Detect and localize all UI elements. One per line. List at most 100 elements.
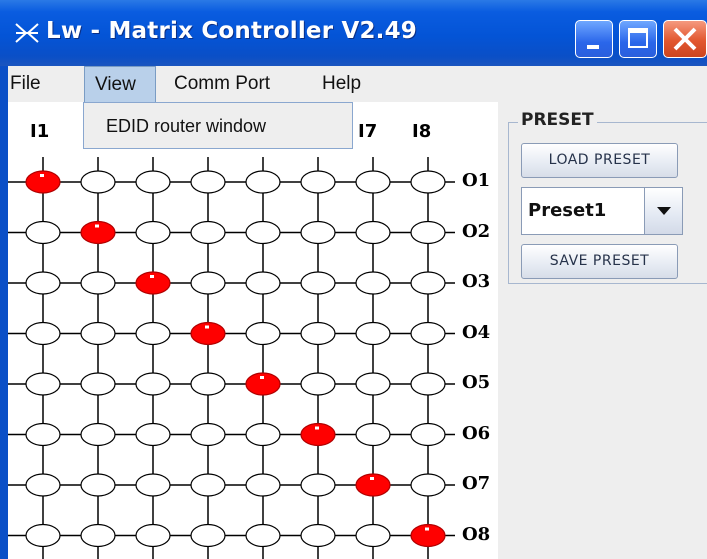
maximize-button[interactable] <box>619 20 657 58</box>
crosspoint-o7-i6[interactable] <box>300 473 336 497</box>
crosspoint-o7-i4[interactable] <box>190 473 226 497</box>
menu-view[interactable]: View <box>84 66 156 102</box>
crosspoint-o4-i6[interactable] <box>300 321 336 346</box>
crosspoint-o8-i2[interactable] <box>80 523 116 548</box>
matrix-grid <box>8 157 455 559</box>
maximize-icon <box>628 28 648 48</box>
output-label-o2: O2 <box>462 220 491 242</box>
crosspoint-o8-i1[interactable] <box>25 523 61 548</box>
menu-comm-port[interactable]: Comm Port <box>174 66 314 102</box>
menu-bar: File View Comm Port Help <box>0 66 707 102</box>
crosspoint-o6-i2[interactable] <box>80 422 116 447</box>
chevron-down-icon <box>657 207 671 215</box>
save-preset-button[interactable]: SAVE PRESET <box>521 244 678 279</box>
menu-help[interactable]: Help <box>322 66 382 102</box>
crosspoint-o8-i5[interactable] <box>245 523 281 548</box>
input-label-i7: I7 <box>358 121 378 142</box>
crosspoint-o4-i7[interactable] <box>355 321 391 346</box>
crosspoint-highlight <box>425 527 429 531</box>
crosspoint-o2-i5[interactable] <box>245 220 281 245</box>
load-preset-button[interactable]: LOAD PRESET <box>521 143 678 178</box>
crosspoint-o5-i8[interactable] <box>410 372 446 396</box>
crosspoint-o1-i6[interactable] <box>300 170 336 194</box>
output-label-o3: O3 <box>462 271 491 292</box>
crosspoint-o5-i3[interactable] <box>135 372 171 396</box>
crosspoint-o3-i4[interactable] <box>190 271 226 295</box>
crosspoint-o7-i1[interactable] <box>25 473 61 497</box>
crosspoint-o7-i5[interactable] <box>245 473 281 497</box>
crosspoint-o7-i2[interactable] <box>80 473 116 497</box>
crosspoint-o2-i1[interactable] <box>25 220 61 245</box>
crosspoint-highlight <box>150 275 154 278</box>
crosspoint-o3-i1[interactable] <box>25 271 61 295</box>
close-button[interactable] <box>663 20 707 58</box>
crosspoint-o5-i7[interactable] <box>355 372 391 396</box>
minimize-button[interactable] <box>575 20 613 58</box>
crosspoint-o5-i1[interactable] <box>25 372 61 396</box>
view-dropdown-menu: EDID router window <box>83 102 353 149</box>
crosspoint-o1-i8[interactable] <box>410 170 446 194</box>
crosspoint-o2-i4[interactable] <box>190 220 226 245</box>
output-label-o5: O5 <box>462 372 491 393</box>
crosspoint-o4-i1[interactable] <box>25 321 61 346</box>
crosspoint-highlight <box>205 325 209 329</box>
crosspoint-o8-i3[interactable] <box>135 523 171 548</box>
crosspoint-o6-i4[interactable] <box>190 422 226 447</box>
crosspoint-o5-i2[interactable] <box>80 372 116 396</box>
crosspoint-o2-i6[interactable] <box>300 220 336 245</box>
crosspoint-o7-i3[interactable] <box>135 473 171 497</box>
preset-group-title: PRESET <box>518 110 597 130</box>
preset-selected-value: Preset1 <box>528 200 607 221</box>
crosspoint-o4-i2[interactable] <box>80 321 116 346</box>
window-title: Lw - Matrix Controller V2.49 <box>46 18 417 44</box>
preset-select[interactable]: Preset1 <box>521 187 683 235</box>
crosspoint-o8-i4[interactable] <box>190 523 226 548</box>
crosspoint-o6-i8[interactable] <box>410 422 446 447</box>
crosspoint-o7-i8[interactable] <box>410 473 446 497</box>
crosspoint-o5-i6[interactable] <box>300 372 336 396</box>
crosspoint-o5-i4[interactable] <box>190 372 226 396</box>
crosspoint-matrix <box>8 102 498 559</box>
crosspoint-o3-i8[interactable] <box>410 271 446 295</box>
crosspoint-o1-i3[interactable] <box>135 170 171 194</box>
crosspoint-highlight <box>260 376 264 379</box>
crosspoint-highlight <box>40 174 44 177</box>
crosspoint-highlight <box>315 426 319 430</box>
close-icon <box>673 27 697 51</box>
crosspoint-highlight <box>95 224 99 228</box>
menu-item-edid-router-window[interactable]: EDID router window <box>106 116 266 137</box>
crosspoint-o3-i7[interactable] <box>355 271 391 295</box>
preset-dropdown-button[interactable] <box>644 188 682 234</box>
crosspoint-o4-i3[interactable] <box>135 321 171 346</box>
output-label-o8: O8 <box>462 523 491 545</box>
crosspoint-o1-i4[interactable] <box>190 170 226 194</box>
output-label-o1: O1 <box>462 170 491 191</box>
crosspoint-o3-i6[interactable] <box>300 271 336 295</box>
crosspoint-highlight <box>370 477 374 480</box>
menu-file[interactable]: File <box>10 66 68 102</box>
crosspoint-o1-i2[interactable] <box>80 170 116 194</box>
crosspoint-o2-i3[interactable] <box>135 220 171 245</box>
crosspoint-o6-i1[interactable] <box>25 422 61 447</box>
window-frame-left <box>0 66 8 559</box>
crosspoint-o2-i8[interactable] <box>410 220 446 245</box>
crosspoint-o3-i2[interactable] <box>80 271 116 295</box>
crosspoint-o6-i7[interactable] <box>355 422 391 447</box>
crosspoint-o1-i5[interactable] <box>245 170 281 194</box>
crosspoint-o6-i3[interactable] <box>135 422 171 447</box>
crosspoint-o6-i5[interactable] <box>245 422 281 447</box>
crosspoint-o8-i7[interactable] <box>355 523 391 548</box>
input-label-i1: I1 <box>30 121 50 142</box>
output-label-o4: O4 <box>462 321 491 343</box>
title-bar: Lw - Matrix Controller V2.49 <box>0 0 707 66</box>
minimize-icon <box>587 45 599 49</box>
crossbar-logo-icon <box>15 23 39 43</box>
crosspoint-o4-i8[interactable] <box>410 321 446 346</box>
crosspoint-o1-i7[interactable] <box>355 170 391 194</box>
crosspoint-o3-i5[interactable] <box>245 271 281 295</box>
crosspoint-o4-i5[interactable] <box>245 321 281 346</box>
output-label-o6: O6 <box>462 422 491 444</box>
output-label-o7: O7 <box>462 473 491 494</box>
crosspoint-o8-i6[interactable] <box>300 523 336 548</box>
crosspoint-o2-i7[interactable] <box>355 220 391 245</box>
